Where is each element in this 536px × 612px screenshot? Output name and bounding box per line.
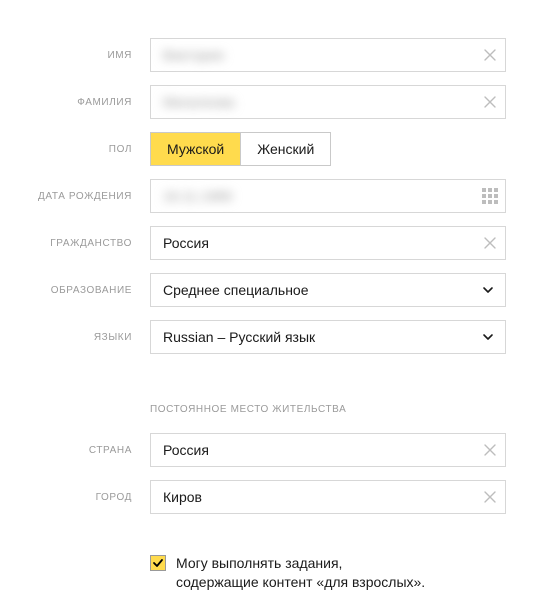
row-education: ОБРАЗОВАНИЕ Среднее специальное <box>0 273 506 307</box>
calendar-icon[interactable] <box>482 188 498 204</box>
label-gender: ПОЛ <box>0 144 150 155</box>
label-languages: ЯЗЫКИ <box>0 332 150 343</box>
languages-select[interactable]: Russian – Русский язык <box>150 320 506 354</box>
field-gender: Мужской Женский <box>150 132 506 166</box>
label-citizenship: ГРАЖДАНСТВО <box>0 238 150 249</box>
country-input[interactable]: Россия <box>150 433 506 467</box>
city-input[interactable]: Киров <box>150 480 506 514</box>
gender-option-female[interactable]: Женский <box>241 133 330 165</box>
label-city: ГОРОД <box>0 492 150 503</box>
clear-icon[interactable] <box>482 489 498 505</box>
label-last-name: ФАМИЛИЯ <box>0 97 150 108</box>
section-residence-heading: ПОСТОЯННОЕ МЕСТО ЖИТЕЛЬСТВА <box>150 404 506 415</box>
field-country: Россия <box>150 433 506 467</box>
field-first-name: Виктория <box>150 38 506 72</box>
row-birth-date: ДАТА РОЖДЕНИЯ 16.11.1989 <box>0 179 506 213</box>
row-languages: ЯЗЫКИ Russian – Русский язык <box>0 320 506 354</box>
field-education: Среднее специальное <box>150 273 506 307</box>
label-birth-date: ДАТА РОЖДЕНИЯ <box>0 191 150 202</box>
clear-icon[interactable] <box>482 235 498 251</box>
first-name-input[interactable]: Виктория <box>150 38 506 72</box>
row-gender: ПОЛ Мужской Женский <box>0 132 506 166</box>
label-country: СТРАНА <box>0 445 150 456</box>
field-birth-date: 16.11.1989 <box>150 179 506 213</box>
clear-icon[interactable] <box>482 442 498 458</box>
field-citizenship: Россия <box>150 226 506 260</box>
education-select[interactable]: Среднее специальное <box>150 273 506 307</box>
gender-toggle: Мужской Женский <box>150 132 331 166</box>
adult-content-label: Могу выполнять задания, содержащие конте… <box>176 554 425 592</box>
field-languages: Russian – Русский язык <box>150 320 506 354</box>
field-last-name: Михалкова <box>150 85 506 119</box>
row-citizenship: ГРАЖДАНСТВО Россия <box>0 226 506 260</box>
clear-icon[interactable] <box>482 47 498 63</box>
row-city: ГОРОД Киров <box>0 480 506 514</box>
citizenship-input[interactable]: Россия <box>150 226 506 260</box>
clear-icon[interactable] <box>482 94 498 110</box>
label-first-name: ИМЯ <box>0 50 150 61</box>
row-last-name: ФАМИЛИЯ Михалкова <box>0 85 506 119</box>
gender-option-male[interactable]: Мужской <box>151 133 241 165</box>
row-first-name: ИМЯ Виктория <box>0 38 506 72</box>
adult-content-row: Могу выполнять задания, содержащие конте… <box>150 554 506 592</box>
profile-form: ИМЯ Виктория ФАМИЛИЯ Михалкова ПОЛ Мужск… <box>0 0 536 612</box>
label-education: ОБРАЗОВАНИЕ <box>0 285 150 296</box>
row-country: СТРАНА Россия <box>0 433 506 467</box>
adult-content-checkbox[interactable] <box>150 555 166 571</box>
birth-date-input[interactable]: 16.11.1989 <box>150 179 506 213</box>
last-name-input[interactable]: Михалкова <box>150 85 506 119</box>
field-city: Киров <box>150 480 506 514</box>
